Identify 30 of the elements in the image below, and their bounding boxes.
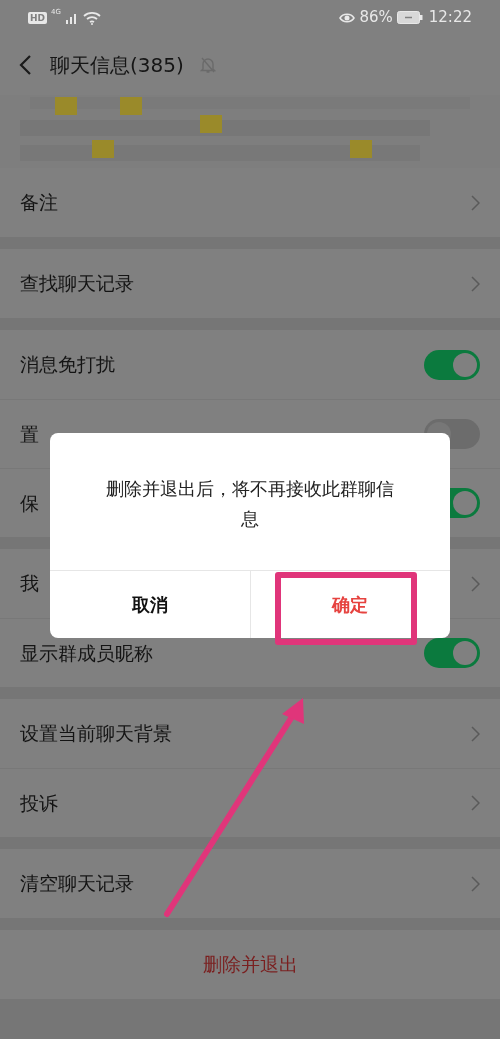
row-label: 保 (20, 490, 39, 516)
eye-icon (339, 11, 356, 24)
row-label: 备注 (20, 190, 58, 216)
dialog-message: 删除并退出后，将不再接收此群聊信息 (106, 476, 394, 531)
window-title: 聊天信息(385) (50, 52, 184, 79)
chevron-icon[interactable] (471, 194, 480, 211)
row-label: 置 (20, 421, 39, 447)
battery-icon (396, 11, 423, 24)
chevron-icon[interactable] (471, 725, 480, 742)
confirm-button[interactable]: 确定 (249, 571, 450, 638)
row-label: 投诉 (20, 790, 58, 816)
chevron-icon[interactable] (471, 575, 480, 592)
row-label: 我 (20, 571, 39, 597)
row-label: 查找聊天记录 (20, 271, 134, 297)
row-label: 显示群成员昵称 (20, 640, 153, 666)
chevron-icon[interactable] (471, 275, 480, 292)
row-label: 清空聊天记录 (20, 871, 134, 897)
status-time: 12:22 (428, 7, 472, 29)
hd-badge: HD (28, 11, 47, 24)
row-label: 设置当前聊天背景 (20, 721, 172, 747)
row-label: 消息免打扰 (20, 352, 115, 378)
battery-percent: 86% (359, 7, 393, 29)
chevron-icon[interactable] (471, 795, 480, 811)
signal-icon (64, 11, 79, 24)
toggle-switch[interactable] (424, 638, 480, 668)
toggle-switch[interactable] (424, 349, 480, 380)
chevron-icon[interactable] (471, 875, 480, 892)
wifi-icon (82, 10, 101, 25)
delete-exit-button[interactable]: 删除并退出 (0, 930, 500, 999)
cancel-button[interactable]: 取消 (50, 571, 250, 638)
